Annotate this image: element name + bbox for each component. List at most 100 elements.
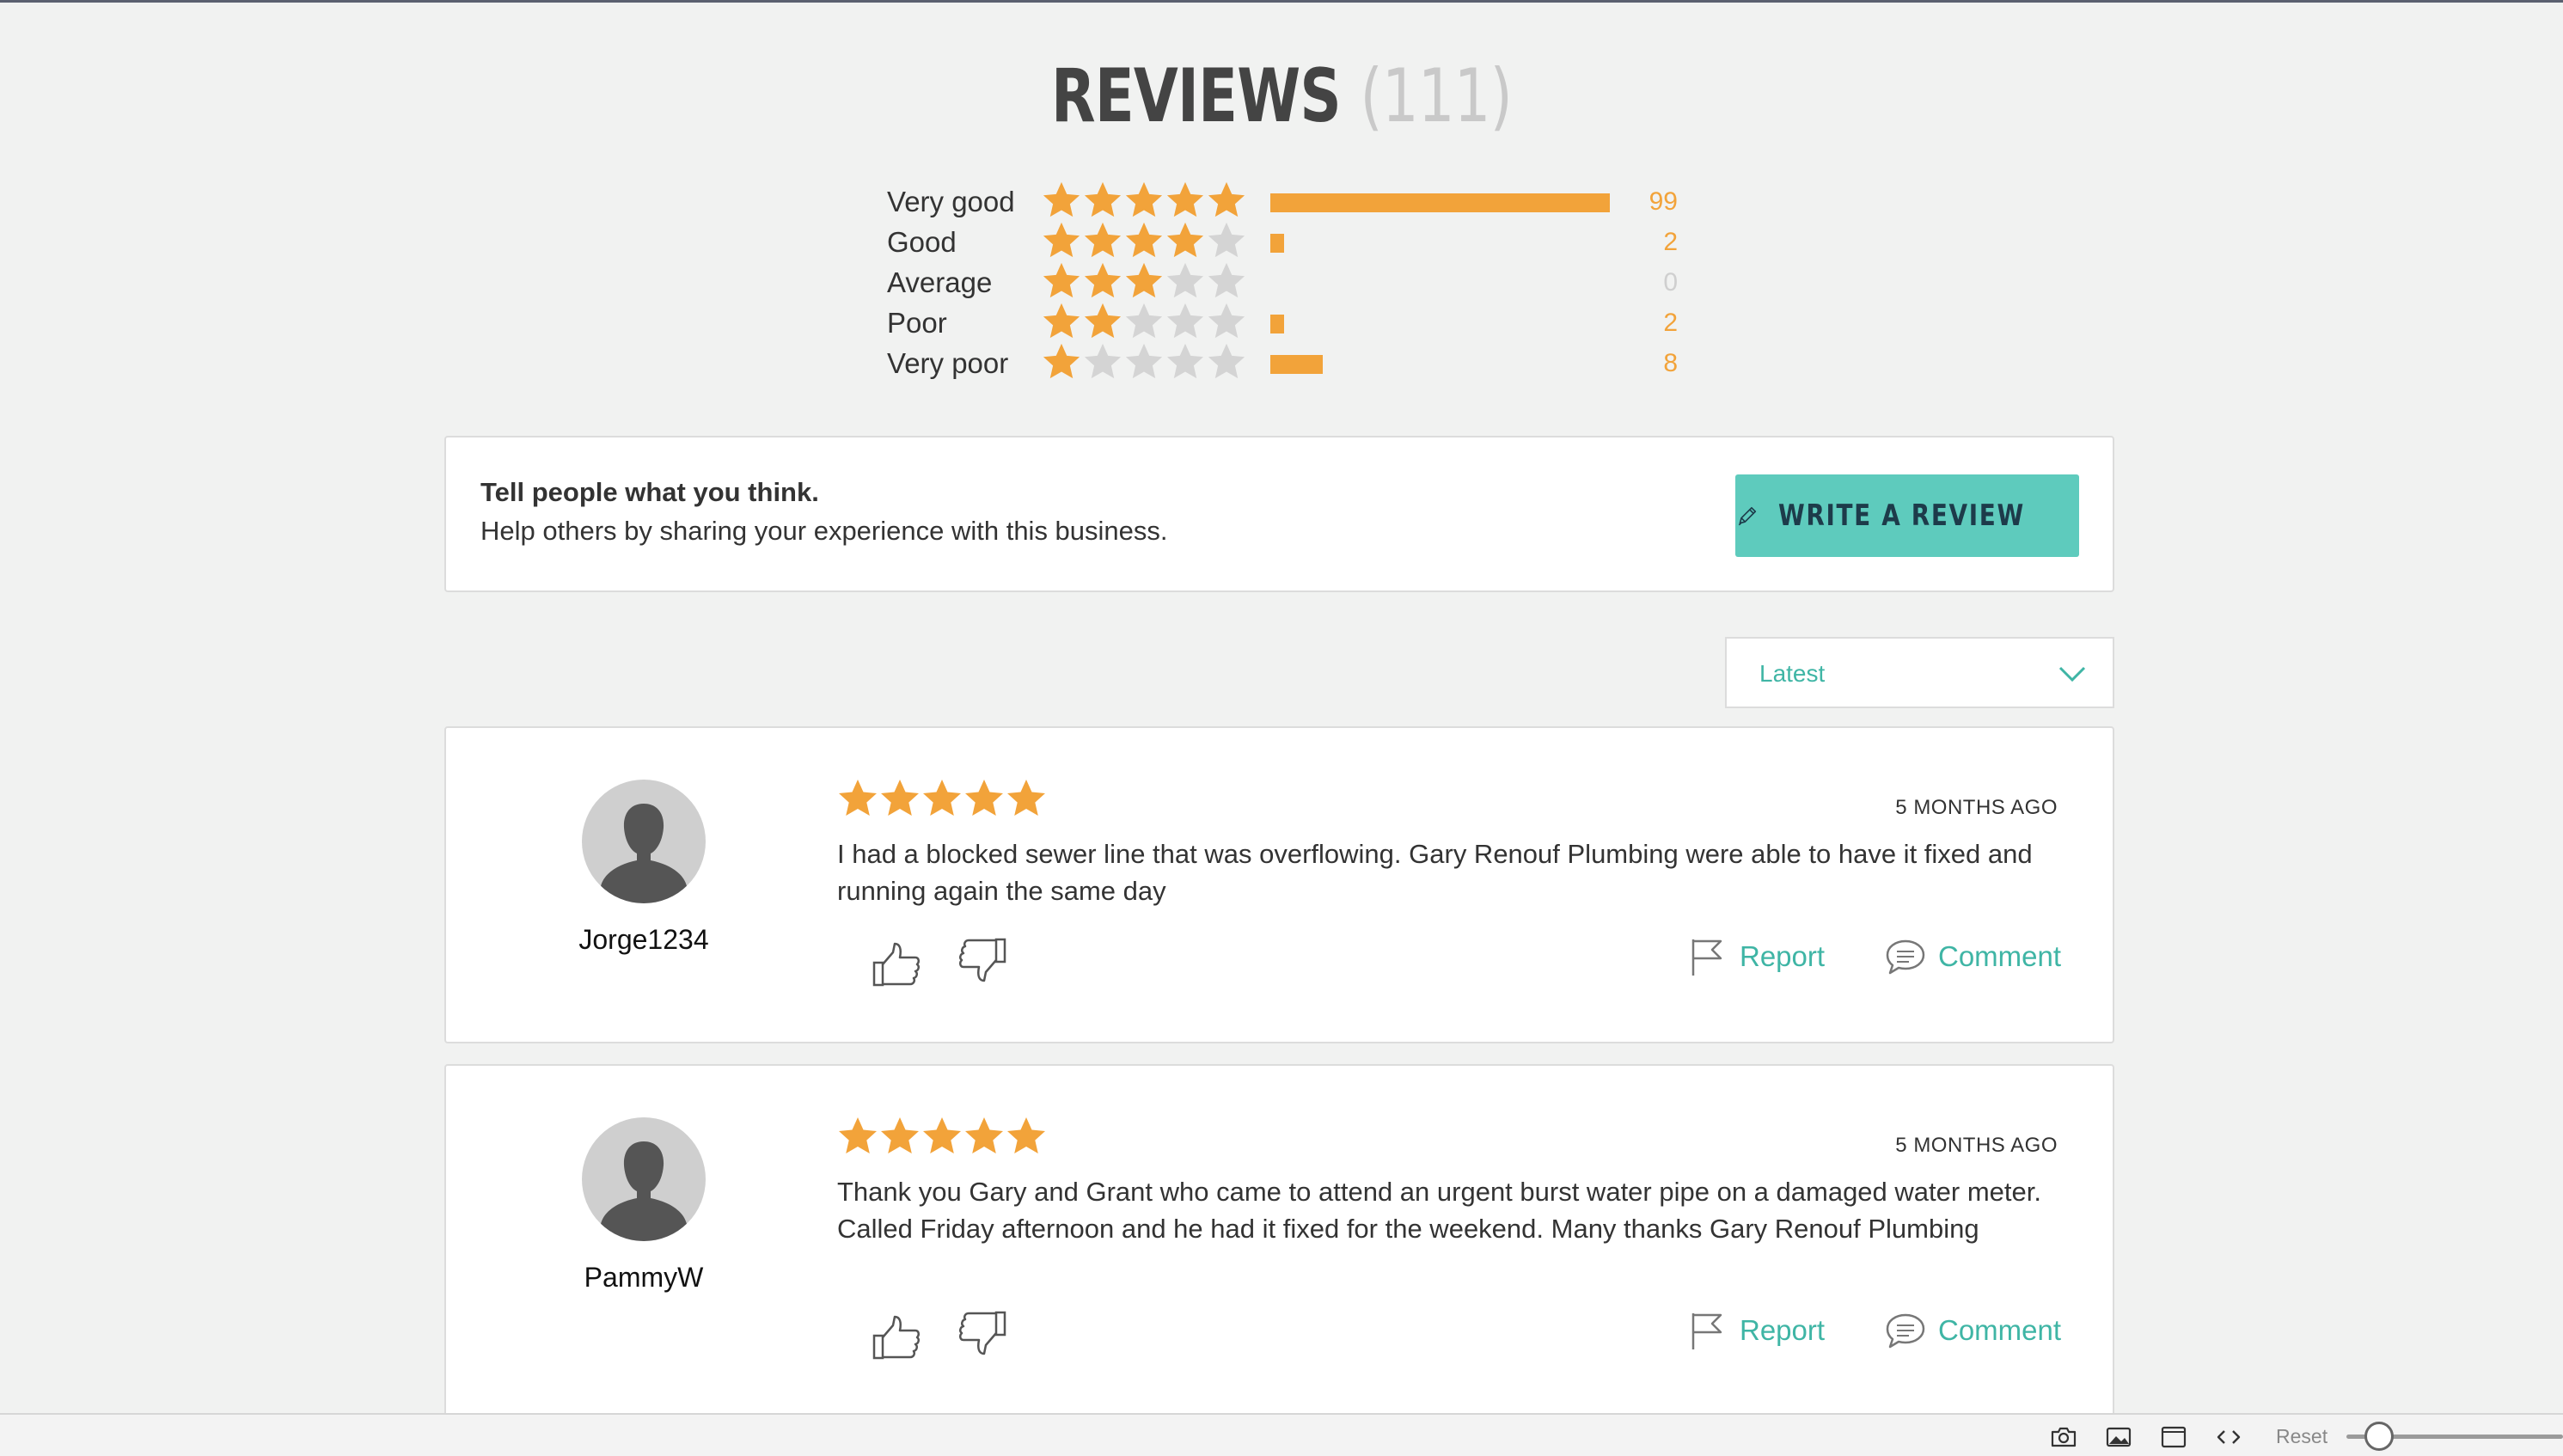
review-card: PammyW 5 MONTHS AGO Thank you Gary and G… [444, 1064, 2114, 1425]
review-stars [837, 1116, 1047, 1157]
star-filled-icon [839, 1117, 877, 1153]
report-label: Report [1740, 940, 1826, 972]
thumbs-up-icon[interactable] [871, 940, 922, 988]
comment-button[interactable]: Comment [1885, 1310, 2061, 1351]
summary-label: Average [887, 266, 993, 298]
star-filled-icon [1125, 262, 1163, 298]
review-stars [837, 778, 1047, 819]
report-label: Report [1740, 1314, 1826, 1346]
write-review-label: WRITE A REVIEW [1778, 499, 2026, 533]
flag-icon [1691, 1313, 1722, 1349]
star-filled-icon [965, 780, 1003, 816]
cta-subtext: Help others by sharing your experience w… [480, 516, 1168, 546]
summary-bar-track [1270, 315, 1610, 333]
star-filled-icon [1166, 222, 1204, 258]
star-filled-icon [1007, 780, 1045, 816]
summary-bar [1270, 355, 1324, 374]
star-filled-icon [881, 780, 919, 816]
image-icon[interactable] [2105, 1425, 2132, 1449]
zoom-slider-knob[interactable] [2364, 1422, 2394, 1451]
camera-icon[interactable] [2050, 1425, 2077, 1449]
page-title: REVIEWS (111) [282, 53, 2281, 139]
star-empty-icon [1084, 343, 1122, 379]
flag-icon [1691, 939, 1722, 976]
summary-count: 2 [1663, 228, 1678, 256]
write-review-button[interactable]: WRITE A REVIEW [1735, 474, 2079, 557]
review-date: 5 MONTHS AGO [1895, 1134, 2058, 1157]
comment-label: Comment [1938, 940, 2062, 972]
comment-button[interactable]: Comment [1885, 936, 2061, 977]
summary-bar [1270, 315, 1285, 333]
review-card: Jorge1234 5 MONTHS AGO I had a blocked s… [444, 726, 2114, 1043]
avatar [582, 780, 706, 903]
summary-count: 2 [1663, 309, 1678, 337]
summary-label: Very good [887, 186, 1015, 217]
reset-button[interactable]: Reset [2276, 1425, 2327, 1448]
summary-stars [1042, 342, 1246, 382]
sort-selected-value: Latest [1759, 660, 1826, 687]
star-empty-icon [1208, 262, 1245, 298]
summary-count: 8 [1663, 349, 1678, 377]
summary-row[interactable]: Poor 2 [887, 302, 1678, 342]
sort-dropdown[interactable]: Latest [1725, 637, 2114, 708]
star-filled-icon [1125, 181, 1163, 217]
summary-bar [1270, 234, 1285, 253]
comment-label: Comment [1938, 1314, 2062, 1346]
code-icon[interactable] [2215, 1425, 2242, 1449]
summary-stars [1042, 261, 1246, 302]
summary-row[interactable]: Very poor 8 [887, 342, 1678, 382]
star-empty-icon [1125, 303, 1163, 339]
review-username[interactable]: Jorge1234 [515, 924, 773, 956]
star-filled-icon [881, 1117, 919, 1153]
pencil-icon [1738, 506, 1757, 526]
summary-bar-track [1270, 355, 1610, 374]
write-review-panel: Tell people what you think. Help others … [444, 436, 2114, 592]
star-filled-icon [1084, 262, 1122, 298]
avatar [582, 1117, 706, 1241]
summary-stars [1042, 221, 1246, 261]
star-filled-icon [1084, 222, 1122, 258]
thumbs-down-icon[interactable] [957, 936, 1008, 984]
summary-count: 99 [1649, 187, 1678, 216]
star-filled-icon [1125, 222, 1163, 258]
user-silhouette-icon [601, 804, 687, 903]
chevron-down-icon [2058, 666, 2086, 682]
star-filled-icon [923, 1117, 961, 1153]
review-date: 5 MONTHS AGO [1895, 796, 2058, 819]
rating-summary: Very good 99 Good 2 Average 0 Poor 2 Ver… [887, 180, 1678, 382]
frame-icon[interactable] [2160, 1425, 2187, 1449]
summary-bar [1270, 193, 1610, 212]
summary-row[interactable]: Very good 99 [887, 180, 1678, 221]
review-username[interactable]: PammyW [515, 1262, 773, 1294]
star-empty-icon [1166, 303, 1204, 339]
review-count: (111) [1360, 53, 1513, 139]
summary-stars [1042, 180, 1246, 221]
report-button[interactable]: Report [1686, 936, 1825, 977]
star-empty-icon [1208, 222, 1245, 258]
summary-row[interactable]: Good 2 [887, 221, 1678, 261]
summary-row[interactable]: Average 0 [887, 261, 1678, 302]
summary-label: Very poor [887, 347, 1009, 379]
star-filled-icon [839, 780, 877, 816]
report-button[interactable]: Report [1686, 1310, 1825, 1351]
star-filled-icon [1043, 181, 1080, 217]
star-filled-icon [1043, 222, 1080, 258]
title-text: REVIEWS [1050, 53, 1342, 139]
star-filled-icon [1007, 1117, 1045, 1153]
top-border [0, 0, 2563, 3]
star-empty-icon [1166, 343, 1204, 379]
thumbs-down-icon[interactable] [957, 1309, 1008, 1357]
thumbs-up-icon[interactable] [871, 1313, 922, 1361]
bottom-toolbar: Reset [0, 1413, 2563, 1456]
star-filled-icon [1166, 181, 1204, 217]
user-silhouette-icon [601, 1141, 687, 1241]
star-filled-icon [1043, 343, 1080, 379]
summary-bar-track [1270, 234, 1610, 253]
review-text: I had a blocked sewer line that was over… [837, 839, 2033, 906]
star-empty-icon [1125, 343, 1163, 379]
star-filled-icon [1084, 303, 1122, 339]
star-filled-icon [1043, 262, 1080, 298]
star-empty-icon [1208, 303, 1245, 339]
star-filled-icon [965, 1117, 1003, 1153]
comment-icon [1886, 1313, 1925, 1349]
